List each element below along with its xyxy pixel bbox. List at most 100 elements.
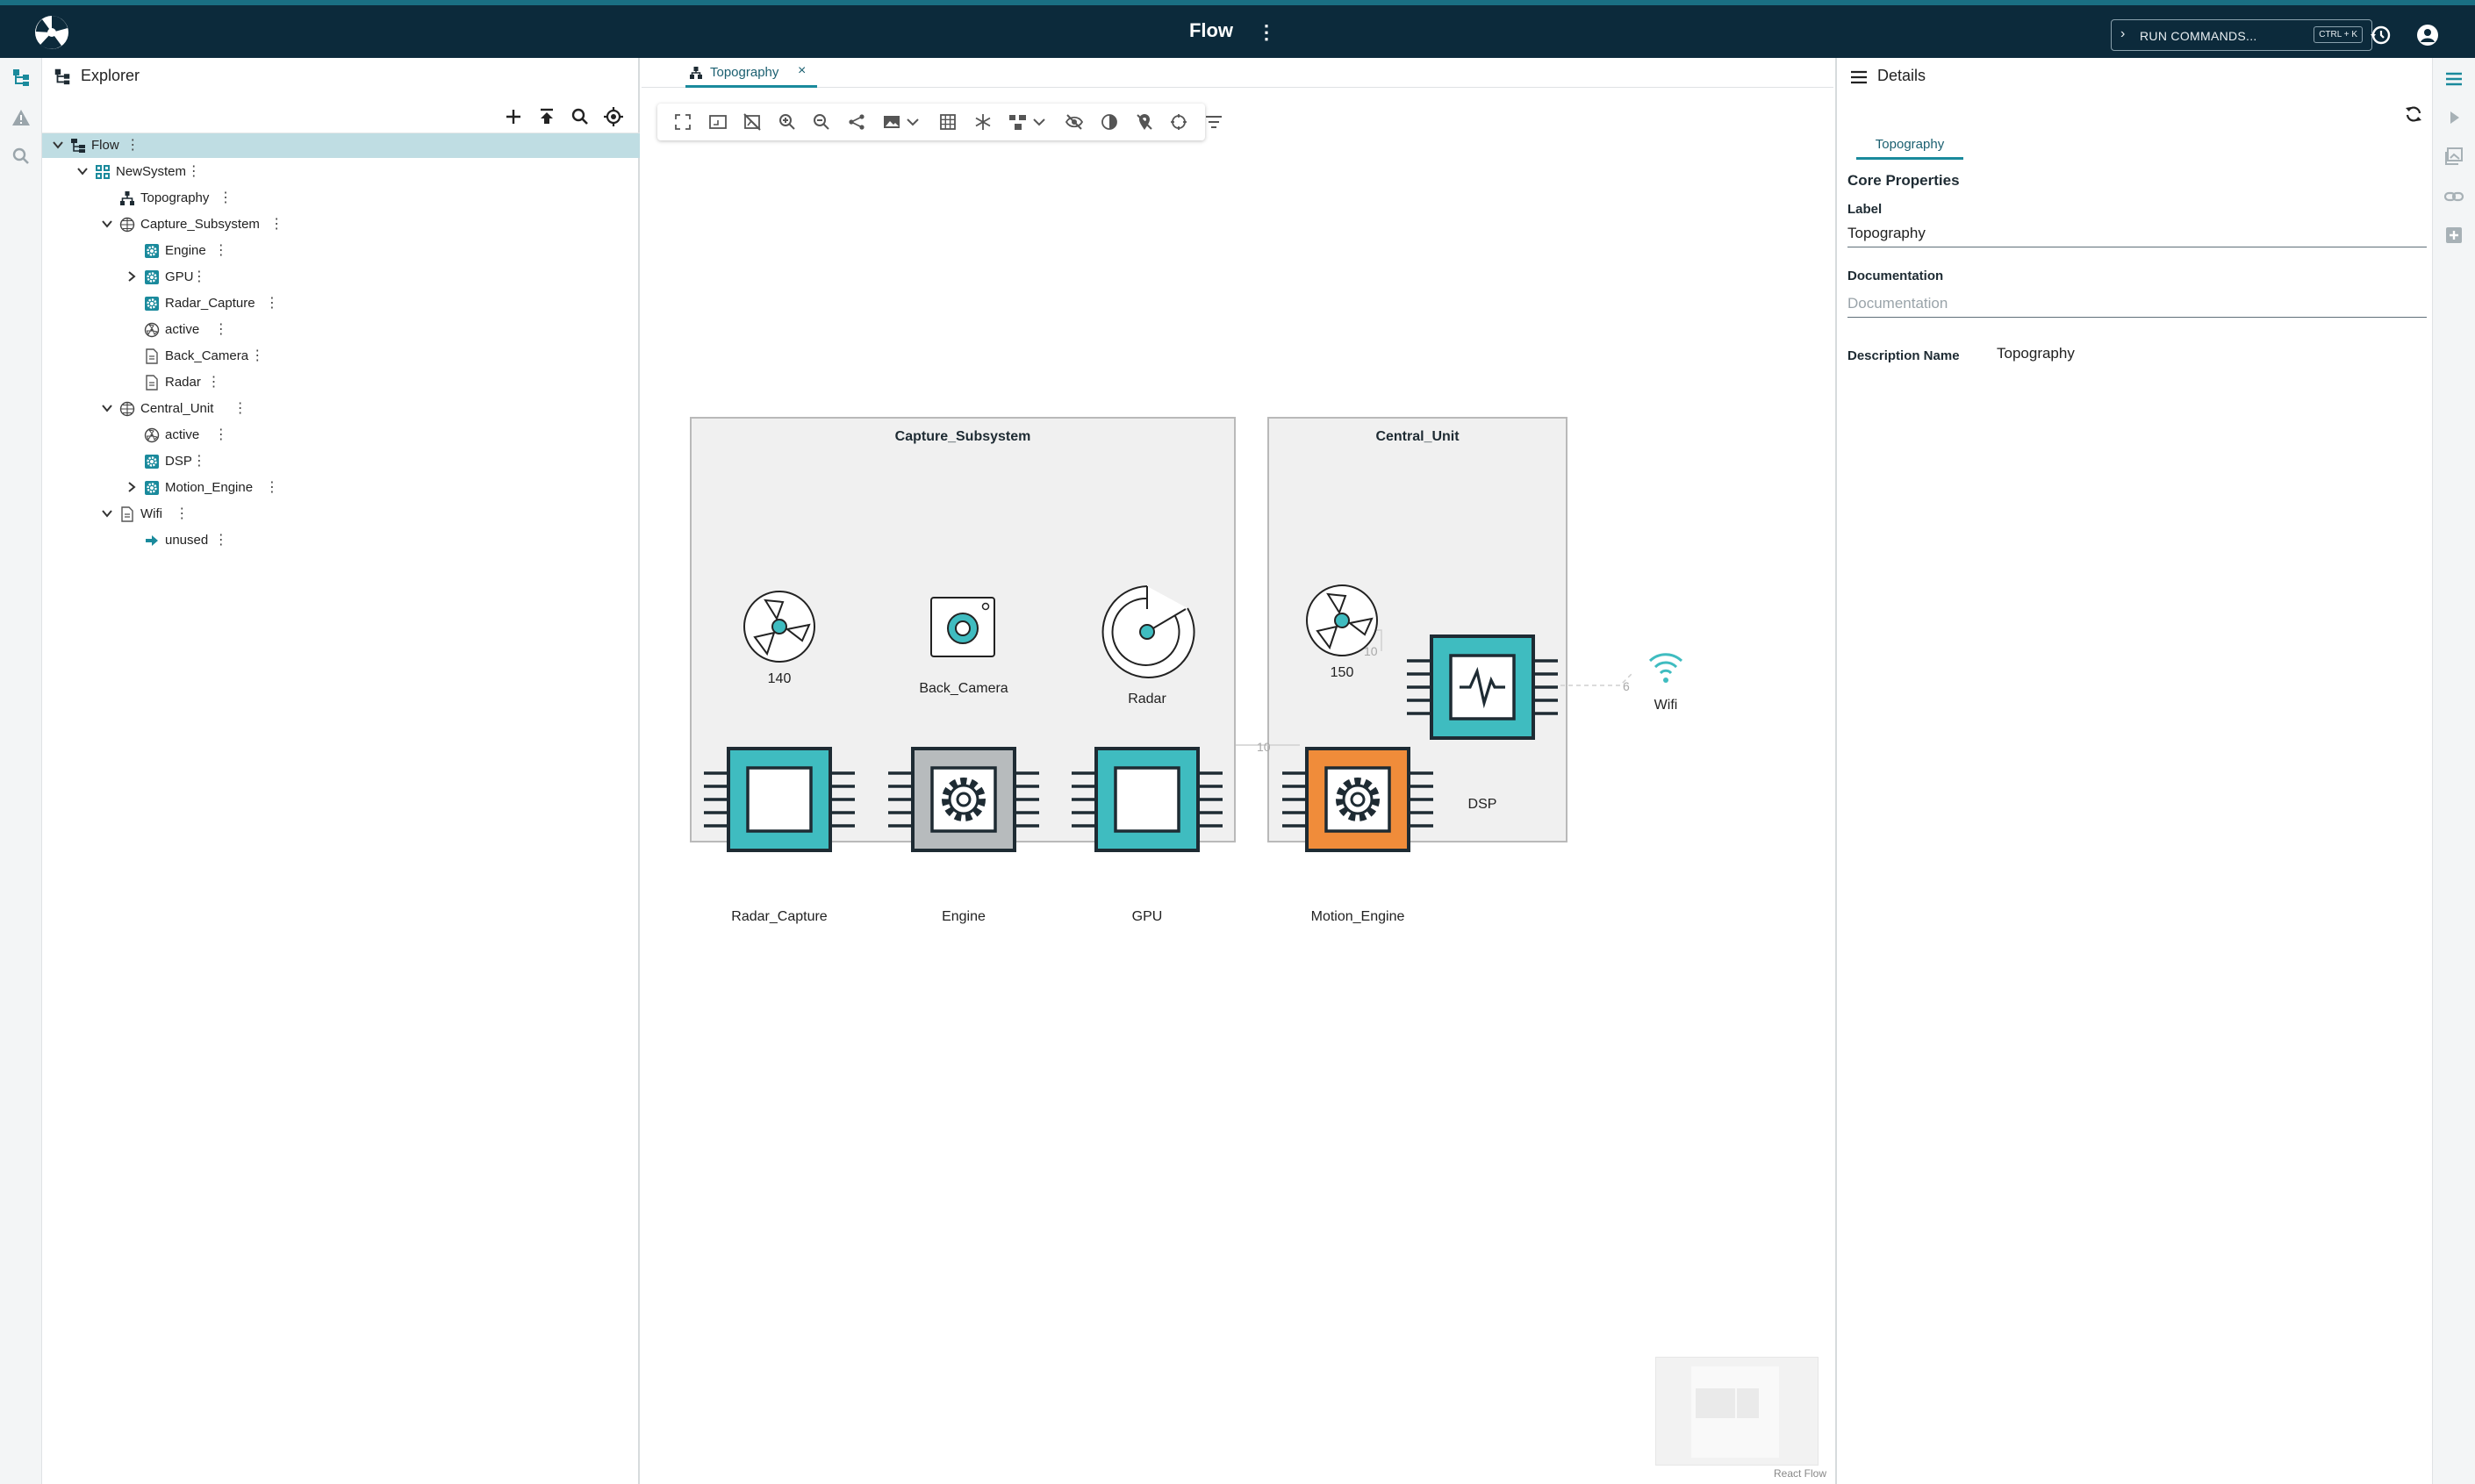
share-icon[interactable] bbox=[847, 112, 866, 132]
chevron-down-icon[interactable] bbox=[75, 164, 90, 178]
node-label: GPU bbox=[1132, 909, 1163, 924]
tree-item-menu-button[interactable]: ⋮ bbox=[265, 478, 279, 496]
chevron-down-icon[interactable] bbox=[100, 401, 114, 415]
tree-item-menu-button[interactable]: ⋮ bbox=[233, 399, 248, 417]
tree-item-menu-button[interactable]: ⋮ bbox=[192, 268, 206, 285]
tree-item-menu-button[interactable]: ⋮ bbox=[219, 189, 233, 206]
tree-item-menu-button[interactable]: ⋮ bbox=[214, 241, 228, 259]
chevron-down-icon[interactable] bbox=[903, 112, 922, 132]
frame-icon[interactable] bbox=[708, 112, 728, 132]
play-icon[interactable] bbox=[2443, 107, 2464, 128]
tree-row[interactable]: Central_Unit ⋮ bbox=[42, 397, 640, 421]
tree-row[interactable]: GPU ⋮ bbox=[42, 265, 640, 290]
node-label: Radar_Capture bbox=[731, 909, 828, 924]
warning-icon[interactable] bbox=[11, 107, 32, 128]
tree-icon bbox=[54, 68, 70, 85]
tree-item-menu-button[interactable]: ⋮ bbox=[214, 531, 228, 548]
search-icon[interactable] bbox=[569, 105, 592, 128]
wifi-node[interactable] bbox=[1648, 653, 1683, 683]
gallery-icon[interactable] bbox=[2443, 146, 2464, 167]
add-icon[interactable] bbox=[502, 105, 525, 128]
refresh-icon[interactable] bbox=[2403, 104, 2424, 125]
add-box-icon[interactable] bbox=[2443, 225, 2464, 246]
tree-item-menu-button[interactable]: ⋮ bbox=[265, 294, 279, 312]
tree-item-label: Central_Unit bbox=[140, 401, 214, 416]
tree-item-menu-button[interactable]: ⋮ bbox=[214, 320, 228, 338]
label-caption: Label bbox=[1847, 202, 1883, 217]
tree-item-menu-button[interactable]: ⋮ bbox=[175, 505, 189, 522]
diagram-canvas[interactable]: Capture_Subsystem Central_Unit10106140Bac… bbox=[642, 146, 1833, 1484]
fan-icon bbox=[144, 427, 160, 443]
tree-row[interactable]: Radar_Capture ⋮ bbox=[42, 291, 640, 316]
chevron-down-icon[interactable] bbox=[1029, 112, 1049, 132]
link-icon[interactable] bbox=[2443, 186, 2464, 207]
pin-off-icon[interactable] bbox=[1135, 112, 1154, 132]
fan-node[interactable] bbox=[1306, 584, 1378, 656]
tree-item-label: Radar_Capture bbox=[165, 296, 255, 311]
tree-item-menu-button[interactable]: ⋮ bbox=[250, 347, 264, 364]
chevron-down-icon[interactable] bbox=[51, 138, 65, 152]
tree-row[interactable]: DSP ⋮ bbox=[42, 449, 640, 474]
tree-row[interactable]: active ⋮ bbox=[42, 423, 640, 448]
fit-icon[interactable] bbox=[673, 112, 692, 132]
search-icon[interactable] bbox=[11, 146, 32, 167]
documentation-placeholder: Documentation bbox=[1847, 295, 1948, 312]
tree-item-menu-button[interactable]: ⋮ bbox=[187, 162, 201, 180]
gear-icon bbox=[145, 270, 159, 284]
visibility-off-icon[interactable] bbox=[1065, 112, 1084, 132]
react-flow-attribution[interactable]: React Flow bbox=[1774, 1467, 1826, 1480]
tree-row[interactable]: Back_Camera ⋮ bbox=[42, 344, 640, 369]
tree-row[interactable]: active ⋮ bbox=[42, 318, 640, 342]
chevron-right-icon[interactable] bbox=[125, 269, 139, 283]
aperture-logo-icon[interactable] bbox=[33, 14, 70, 51]
chevron-right-icon[interactable] bbox=[125, 480, 139, 494]
label-field[interactable]: Topography bbox=[1847, 221, 2427, 247]
layout-icon[interactable] bbox=[1008, 112, 1028, 132]
history-icon[interactable] bbox=[2368, 23, 2392, 47]
menu-icon[interactable] bbox=[2443, 68, 2464, 90]
details-tab-topography[interactable]: Topography bbox=[1856, 133, 1963, 160]
tree-row[interactable]: Wifi ⋮ bbox=[42, 502, 640, 527]
image-icon[interactable] bbox=[882, 112, 901, 132]
zoom-in-icon[interactable] bbox=[778, 112, 797, 132]
explorer-toolbar bbox=[42, 98, 640, 133]
contrast-icon[interactable] bbox=[1100, 112, 1119, 132]
chevron-down-icon[interactable] bbox=[100, 506, 114, 520]
subsystem-icon bbox=[119, 217, 135, 233]
tree-row[interactable]: Radar ⋮ bbox=[42, 370, 640, 395]
documentation-field[interactable]: Documentation bbox=[1847, 291, 2427, 318]
tree-row[interactable]: Topography ⋮ bbox=[42, 186, 640, 211]
fan-node[interactable] bbox=[743, 591, 815, 663]
tree-item-menu-button[interactable]: ⋮ bbox=[269, 215, 283, 233]
snowflake-icon[interactable] bbox=[973, 112, 993, 132]
collapse-all-icon[interactable] bbox=[535, 105, 558, 128]
grid-icon[interactable] bbox=[938, 112, 958, 132]
tree-row[interactable]: NewSystem ⋮ bbox=[42, 160, 640, 184]
tree-row[interactable]: unused ⋮ bbox=[42, 528, 640, 553]
gear-icon bbox=[145, 455, 159, 469]
activity-bar bbox=[0, 58, 42, 1484]
tree-item-menu-button[interactable]: ⋮ bbox=[192, 452, 206, 470]
tree-row[interactable]: Motion_Engine ⋮ bbox=[42, 476, 640, 500]
locate-icon[interactable] bbox=[602, 105, 625, 128]
tree-icon[interactable] bbox=[11, 67, 32, 88]
target-icon[interactable] bbox=[1169, 112, 1188, 132]
chevron-down-icon[interactable] bbox=[100, 217, 114, 231]
filter-icon[interactable] bbox=[1204, 112, 1223, 132]
run-commands-button[interactable]: › RUN COMMANDS... CTRL + K bbox=[2111, 19, 2372, 51]
zoom-out-icon[interactable] bbox=[812, 112, 831, 132]
tree-row[interactable]: Engine ⋮ bbox=[42, 239, 640, 263]
close-icon[interactable]: × bbox=[798, 63, 806, 79]
tree-item-menu-button[interactable]: ⋮ bbox=[207, 373, 221, 391]
hide-image-icon[interactable] bbox=[742, 112, 762, 132]
node-label: Engine bbox=[942, 909, 986, 924]
account-circle-icon[interactable] bbox=[2415, 23, 2440, 47]
tree-row[interactable]: Capture_Subsystem ⋮ bbox=[42, 212, 640, 237]
tree-item-menu-button[interactable]: ⋮ bbox=[126, 136, 140, 154]
title-menu-button[interactable]: ⋮ bbox=[1257, 21, 1276, 44]
minimap[interactable] bbox=[1655, 1357, 1819, 1466]
camera-node[interactable] bbox=[930, 597, 995, 657]
tree-item-menu-button[interactable]: ⋮ bbox=[214, 426, 228, 443]
tree-row[interactable]: Flow ⋮ bbox=[42, 133, 640, 158]
tab-topography[interactable]: Topography × bbox=[685, 58, 817, 88]
